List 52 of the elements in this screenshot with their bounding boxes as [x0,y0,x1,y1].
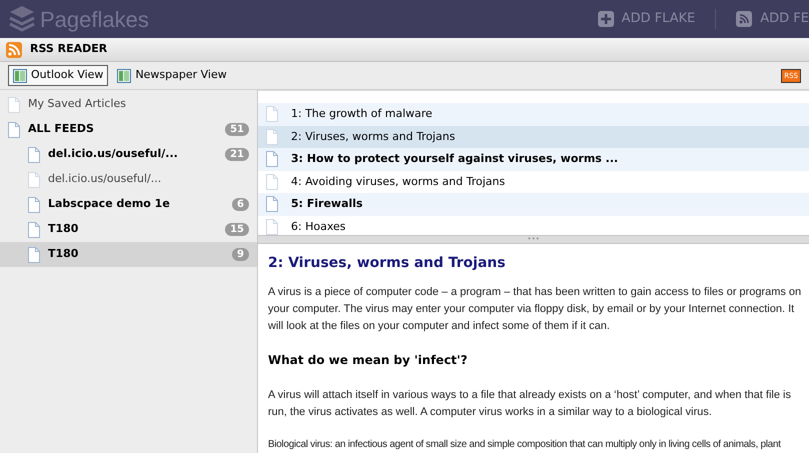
logo-icon [8,4,36,34]
view-tab[interactable]: Newspaper View [112,65,232,86]
article-paragraph: A virus is a piece of computer code – a program – that has been written to gain access to files or programs on your computer. The virus may enter your computer via floppy disk, by email or by your Internet connection. It will look at the files on your computer and infect some of them if it can. [268,285,802,334]
feed-item[interactable]: T180 15 [0,217,257,242]
document-icon [8,96,20,112]
document-icon [28,246,40,262]
view-tab[interactable]: Outlook View [8,65,108,86]
article-item[interactable]: 1: The growth of malware [258,103,809,126]
feed-label: ALL FEEDS [28,121,94,138]
feed-label: T180 [48,246,78,262]
document-icon [28,172,40,188]
document-icon [266,128,278,145]
document-icon [8,122,20,138]
document-icon [266,218,278,235]
unread-count: 51 [225,123,249,136]
document-icon [28,222,40,238]
document-icon [28,196,40,212]
document-icon [266,151,278,168]
unread-count: 6 [232,198,249,211]
layout-icon [117,68,132,82]
article-subheading: What do we mean by 'infect'? [268,352,468,369]
unread-count: 21 [225,148,249,161]
article-item[interactable]: 5: Firewalls [258,193,809,216]
article-item[interactable]: 2: Viruses, worms and Trojans [258,126,809,148]
feed-item[interactable]: del.icio.us/ouseful/... [0,167,257,192]
feed-label: My Saved Articles [28,96,126,112]
article-item[interactable]: 4: Avoiding viruses, worms and Trojans [258,170,809,193]
flake-title: RSS READER [30,41,108,58]
document-icon [266,196,278,212]
layout-icon [13,68,27,82]
article-title: 2: Viruses, worms and Trojans [268,254,506,273]
unread-count: 15 [225,223,249,236]
feed-item[interactable]: ALL FEEDS 51 [0,117,257,142]
logo-text: Pageflakes [40,6,149,34]
feed-label: del.icio.us/ouseful/... [48,146,178,162]
document-icon [266,106,278,122]
rss-icon [6,42,22,58]
feed-label: Labscpace demo 1e [48,196,170,212]
feed-icon [736,11,752,27]
unread-count: 9 [232,248,249,261]
document-icon [266,174,278,190]
article-paragraph: A virus will attach itself in various ways to a file that already exists on a ‘host’ computer, and when that file is run, the virus activates as well. A computer virus works in a similar way to a biological virus. [268,388,792,420]
feed-item[interactable]: del.icio.us/ouseful/... 21 [0,142,257,167]
document-icon [28,146,40,162]
feed-item[interactable]: Labscpace demo 1e 6 [0,192,257,217]
feed-label: del.icio.us/ouseful/... [48,171,162,188]
plus-icon [598,11,614,27]
article-item[interactable]: 3: How to protect yourself against viruses, worms ... [258,148,809,170]
article-paragraph: Biological virus: an infectious agent of small size and simple composition that can multiply only in living cells of animals, plant [268,438,781,452]
feed-item[interactable]: T180 9 [0,242,257,267]
feed-item[interactable]: My Saved Articles [0,92,257,117]
feed-label: T180 [48,221,78,238]
